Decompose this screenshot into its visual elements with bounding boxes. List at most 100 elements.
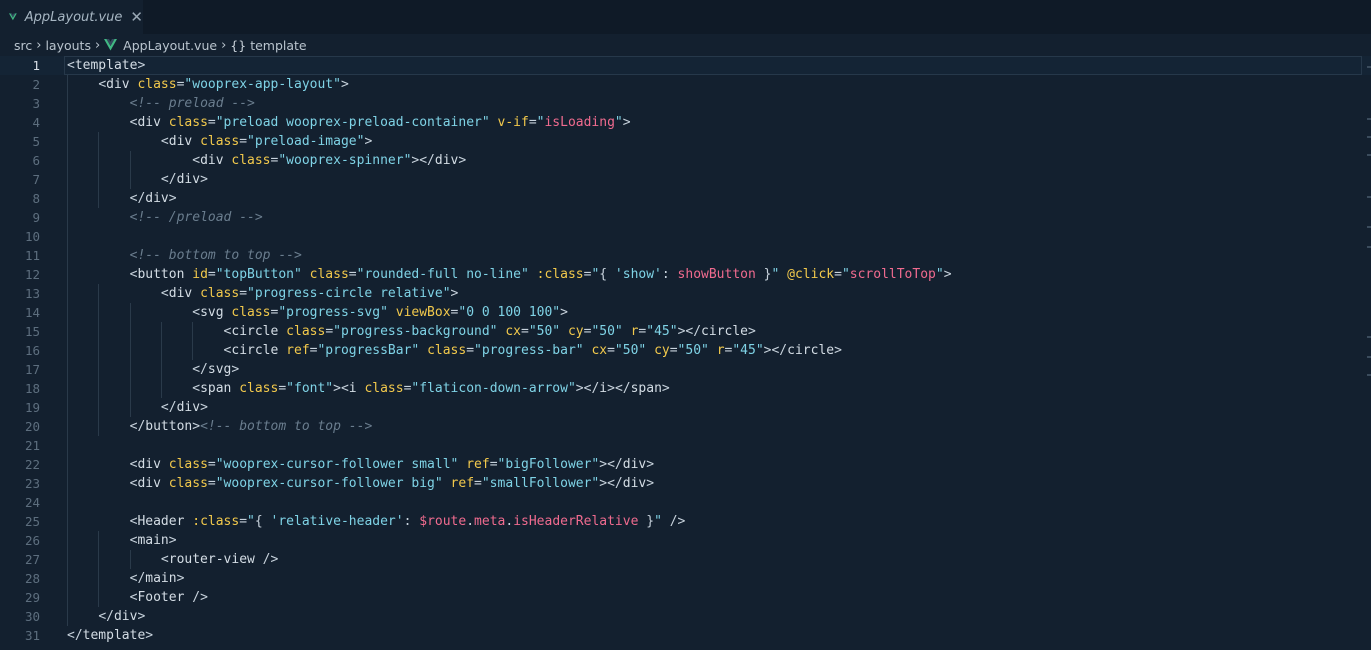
line-number: 26 xyxy=(24,533,40,548)
line-number: 11 xyxy=(24,248,40,263)
code-line[interactable]: 1 <template> xyxy=(0,56,1371,75)
code-text: <span class="font"><i class="flaticon-do… xyxy=(192,381,670,396)
line-number: 3 xyxy=(32,96,40,111)
code-text: </div> xyxy=(98,609,146,624)
line-number: 17 xyxy=(24,362,40,377)
line-number: 27 xyxy=(24,552,40,567)
code-line[interactable]: 31 </template> xyxy=(0,626,1371,645)
code-text: <div class="preload-image"> xyxy=(160,134,373,149)
code-text: <div class="wooprex-cursor-follower smal… xyxy=(129,457,655,472)
code-line[interactable]: 14 <svg class="progress-svg" viewBox="0 … xyxy=(0,303,1371,322)
code-line[interactable]: 30 </div> xyxy=(0,607,1371,626)
code-text: <button id="topButton" class="rounded-fu… xyxy=(129,267,952,282)
code-text: </button><!-- bottom to top --> xyxy=(129,419,373,434)
code-line[interactable]: 9 <!-- /preload --> xyxy=(0,208,1371,227)
code-text: <circle class="progress-background" cx="… xyxy=(223,324,756,339)
code-text: <!-- bottom to top --> xyxy=(129,248,302,263)
code-text: <div class="wooprex-app-layout"> xyxy=(98,77,349,92)
code-line[interactable]: 27 <router-view /> xyxy=(0,550,1371,569)
code-line[interactable]: 19 </div> xyxy=(0,398,1371,417)
code-text: <svg class="progress-svg" viewBox="0 0 1… xyxy=(192,305,568,320)
code-line[interactable]: 23 <div class="wooprex-cursor-follower b… xyxy=(0,474,1371,493)
code-text: <!-- preload --> xyxy=(129,96,255,111)
code-line[interactable]: 7 </div> xyxy=(0,170,1371,189)
indent-guide xyxy=(129,550,131,569)
current-line-highlight xyxy=(64,56,1362,75)
breadcrumb-template[interactable]: template xyxy=(250,38,306,53)
line-number: 9 xyxy=(32,210,40,225)
code-line[interactable]: 28 </main> xyxy=(0,569,1371,588)
vue-icon xyxy=(104,39,118,51)
scrollbar[interactable] xyxy=(1367,56,1371,650)
code-line[interactable]: 21 xyxy=(0,436,1371,455)
breadcrumb-file[interactable]: AppLayout.vue xyxy=(123,38,217,53)
code-line[interactable]: 20 </button><!-- bottom to top --> xyxy=(0,417,1371,436)
code-line[interactable]: 16 <circle ref="progressBar" class="prog… xyxy=(0,341,1371,360)
code-line[interactable]: 15 <circle class="progress-background" c… xyxy=(0,322,1371,341)
code-text: <circle ref="progressBar" class="progres… xyxy=(223,343,842,358)
code-line[interactable]: 12 <button id="topButton" class="rounded… xyxy=(0,265,1371,284)
code-line[interactable]: 5 <div class="preload-image"> xyxy=(0,132,1371,151)
line-number: 16 xyxy=(24,343,40,358)
code-line[interactable]: 11 <!-- bottom to top --> xyxy=(0,246,1371,265)
code-text: <!-- /preload --> xyxy=(129,210,263,225)
line-number: 29 xyxy=(24,590,40,605)
code-editor[interactable]: 1 <template> 2 <div class="wooprex-app-lay… xyxy=(0,56,1371,650)
tab-applayout[interactable]: AppLayout.vue ✕ xyxy=(0,0,143,34)
code-line[interactable]: 17 </svg> xyxy=(0,360,1371,379)
tab-label: AppLayout.vue xyxy=(24,9,123,25)
indent-guide xyxy=(98,132,100,208)
tab-bar: AppLayout.vue ✕ xyxy=(0,0,1371,34)
indent-guide xyxy=(160,322,162,398)
code-text: <template> xyxy=(67,58,146,73)
line-number: 10 xyxy=(24,229,40,244)
indent-guide xyxy=(192,322,194,360)
chevron-right-icon: › xyxy=(94,37,101,53)
code-line[interactable]: 18 <span class="font"><i class="flaticon… xyxy=(0,379,1371,398)
code-text: </div> xyxy=(129,191,177,206)
code-text: </div> xyxy=(160,400,208,415)
code-text: <div class="preload wooprex-preload-cont… xyxy=(129,115,631,130)
code-line[interactable]: 3 <!-- preload --> xyxy=(0,94,1371,113)
code-line[interactable]: 22 <div class="wooprex-cursor-follower s… xyxy=(0,455,1371,474)
breadcrumb-src[interactable]: src xyxy=(14,38,32,53)
line-number: 18 xyxy=(24,381,40,396)
line-number: 20 xyxy=(24,419,40,434)
code-line[interactable]: 4 <div class="preload wooprex-preload-co… xyxy=(0,113,1371,132)
line-number: 22 xyxy=(24,457,40,472)
line-number: 25 xyxy=(24,514,40,529)
code-line[interactable]: 2 <div class="wooprex-app-layout"> xyxy=(0,75,1371,94)
breadcrumb: src › layouts › AppLayout.vue › {} templ… xyxy=(0,34,1371,56)
code-line[interactable]: 26 <main> xyxy=(0,531,1371,550)
code-line[interactable]: 24 xyxy=(0,493,1371,512)
indent-guide xyxy=(98,531,100,607)
line-number: 24 xyxy=(24,495,40,510)
line-number: 21 xyxy=(24,438,40,453)
code-text: </div> xyxy=(160,172,208,187)
line-number: 31 xyxy=(24,628,40,643)
close-icon[interactable]: ✕ xyxy=(130,10,143,25)
line-number: 2 xyxy=(32,77,40,92)
code-text: </svg> xyxy=(192,362,240,377)
indent-guide xyxy=(98,284,100,436)
code-line[interactable]: 8 </div> xyxy=(0,189,1371,208)
line-number: 15 xyxy=(24,324,40,339)
line-number: 1 xyxy=(32,58,40,73)
code-text: <div class="progress-circle relative"> xyxy=(160,286,459,301)
code-text: <div class="wooprex-spinner"></div> xyxy=(192,153,467,168)
code-line[interactable]: 6 <div class="wooprex-spinner"></div> xyxy=(0,151,1371,170)
code-text: <Header :class="{ 'relative-header': $ro… xyxy=(129,514,686,529)
vue-icon xyxy=(9,13,17,21)
code-line[interactable]: 13 <div class="progress-circle relative"… xyxy=(0,284,1371,303)
line-number: 5 xyxy=(32,134,40,149)
line-number: 30 xyxy=(24,609,40,624)
indent-guide xyxy=(129,151,131,189)
line-number: 19 xyxy=(24,400,40,415)
code-line[interactable]: 10 xyxy=(0,227,1371,246)
code-text: </template> xyxy=(67,628,154,643)
code-text: <Footer /> xyxy=(129,590,208,605)
line-number: 13 xyxy=(24,286,40,301)
breadcrumb-layouts[interactable]: layouts xyxy=(45,38,91,53)
code-line[interactable]: 29 <Footer /> xyxy=(0,588,1371,607)
code-line[interactable]: 25 <Header :class="{ 'relative-header': … xyxy=(0,512,1371,531)
